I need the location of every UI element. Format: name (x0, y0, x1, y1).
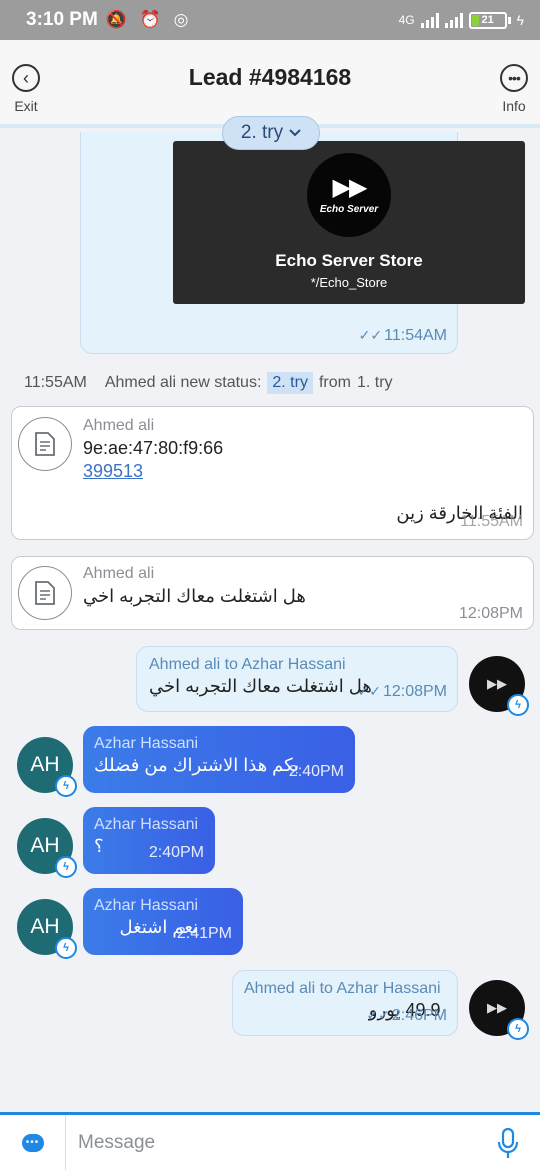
microphone-icon[interactable] (496, 1127, 520, 1161)
echo-server-logo: ▶▶ Echo Server (307, 153, 391, 237)
store-handle: */Echo_Store (310, 275, 388, 290)
event-from: from (318, 374, 351, 391)
channel-button[interactable]: ••• (0, 1115, 66, 1170)
event-time: 11:55AM (24, 374, 87, 391)
message-text: هل اشتغلت معاك التجربه اخي (83, 586, 306, 606)
message-sender: Ahmed ali to Azhar Hassani (244, 980, 441, 997)
chat-bubble-icon: ••• (21, 1133, 44, 1152)
status-bar: 3:10 PM 🔕 ⏰ ◎ 4G 21 ϟ (0, 0, 540, 40)
message-sender: Azhar Hassani (94, 897, 199, 914)
message-time: 11:55AM (460, 513, 523, 530)
message-time: 2:40PM (288, 763, 344, 780)
message-sender: Azhar Hassani (94, 816, 199, 833)
message-text: هل اشتغلت معاك التجربه اخي (149, 676, 372, 696)
message-input[interactable] (78, 1125, 458, 1161)
message-time: 12:08PM (458, 605, 523, 622)
double-check-icon: ✓✓ (366, 1007, 390, 1023)
messenger-icon: ϟ (55, 775, 77, 797)
store-name: Echo Server Store (275, 251, 423, 270)
message-time: 2:40PM (148, 844, 204, 861)
avatar-initials: AH (30, 834, 60, 857)
outgoing-message[interactable]: Ahmed ali to Azhar Hassani 49.9 يورو ✓✓ 2… (232, 970, 458, 1036)
charging-icon: ϟ (516, 12, 524, 28)
battery-icon: 21 (468, 11, 511, 29)
message-time: 11:54AM (384, 327, 447, 344)
info-button[interactable]: ••• Info (484, 64, 540, 114)
status-right: 4G 21 ϟ (398, 11, 524, 29)
message-sender: Ahmed ali (83, 417, 155, 434)
event-text: Ahmed ali new status: (104, 374, 262, 391)
composer-bar: ••• (0, 1112, 540, 1170)
messenger-icon: ϟ (507, 1018, 529, 1040)
status-dropdown-label: 2. try (240, 122, 284, 143)
incoming-message[interactable]: Azhar Hassani بكم هذا الاشتراك من فضلك 2… (83, 726, 355, 793)
status-notification-icons: 🔕 ⏰ ◎ (105, 10, 193, 29)
chat-header: ‹ Exit Lead #4984168 ••• Info (0, 40, 540, 128)
message-time: 2:46PM (391, 1007, 447, 1024)
message-meta: ✓✓ 2:46PM (366, 1007, 447, 1025)
contact-avatar[interactable]: AH ϟ (17, 818, 77, 878)
note-document-icon (18, 566, 72, 620)
avatar-initials: AH (30, 915, 60, 938)
agent-avatar[interactable]: ▶▶ ϟ (469, 656, 529, 716)
status-time: 3:10 PM (26, 9, 98, 30)
message-link[interactable]: 399513 (83, 461, 223, 482)
signal-icon-2 (444, 12, 463, 28)
message-text: 9e:ae:47:80:f9:66 (83, 438, 224, 458)
outgoing-message[interactable]: Ahmed ali to Azhar Hassani هل اشتغلت معا… (136, 646, 458, 712)
message-time: 2:41PM (176, 925, 232, 942)
messenger-icon: ϟ (55, 856, 77, 878)
contact-avatar[interactable]: AH ϟ (17, 899, 77, 959)
incoming-message[interactable]: Azhar Hassani ؟ 2:40PM (83, 807, 215, 874)
message-meta: ✓✓ 11:54AM (359, 327, 447, 345)
avatar-initials: AH (30, 753, 60, 776)
info-label: Info (502, 98, 526, 114)
play-logo-icon: ▶▶ (332, 173, 368, 201)
messenger-icon: ϟ (507, 694, 529, 716)
exit-label: Exit (14, 98, 38, 114)
echo-logo-icon: ▶▶ (487, 676, 507, 691)
echo-logo-icon: ▶▶ (487, 1000, 507, 1015)
image-message[interactable]: ▶▶ Echo Server Echo Server Store */Echo_… (80, 132, 525, 354)
message-sender: Azhar Hassani (94, 735, 199, 752)
message-sender: Ahmed ali (83, 565, 155, 582)
logo-text: Echo Server (319, 203, 379, 215)
new-status-badge: 2. try (267, 372, 313, 394)
note-message[interactable]: Ahmed ali 9e:ae:47:80:f9:66 399513 الفئة… (11, 406, 534, 540)
old-status: 1. try (356, 374, 393, 391)
page-title: Lead #4984168 (188, 64, 352, 90)
message-sender: Ahmed ali to Azhar Hassani (149, 656, 346, 673)
chevron-down-icon (289, 129, 301, 137)
message-list[interactable]: ▶▶ Echo Server Echo Server Store */Echo_… (0, 132, 540, 1112)
more-dots-icon: ••• (500, 64, 528, 92)
note-message[interactable]: Ahmed ali هل اشتغلت معاك التجربه اخي 12:… (11, 556, 534, 630)
status-change-event: 11:55AM Ahmed ali new status: 2. try fro… (24, 372, 393, 394)
double-check-icon: ✓✓ (358, 327, 383, 343)
note-document-icon (18, 417, 72, 471)
message-time: 12:08PM (382, 683, 447, 700)
message-text: بكم هذا الاشتراك من فضلك (94, 755, 300, 775)
double-check-icon: ✓✓ (357, 683, 381, 699)
contact-avatar[interactable]: AH ϟ (17, 737, 77, 797)
agent-avatar[interactable]: ▶▶ ϟ (469, 980, 529, 1040)
status-dropdown[interactable]: 2. try (222, 116, 320, 150)
incoming-message[interactable]: Azhar Hassani نعم اشتغل 2:41PM (83, 888, 243, 955)
signal-icon (420, 12, 439, 28)
network-type: 4G (398, 13, 415, 27)
store-image[interactable]: ▶▶ Echo Server Echo Server Store */Echo_… (173, 141, 525, 304)
battery-level: 21 (481, 13, 494, 26)
message-meta: ✓✓ 12:08PM (357, 683, 447, 701)
messenger-icon: ϟ (55, 937, 77, 959)
